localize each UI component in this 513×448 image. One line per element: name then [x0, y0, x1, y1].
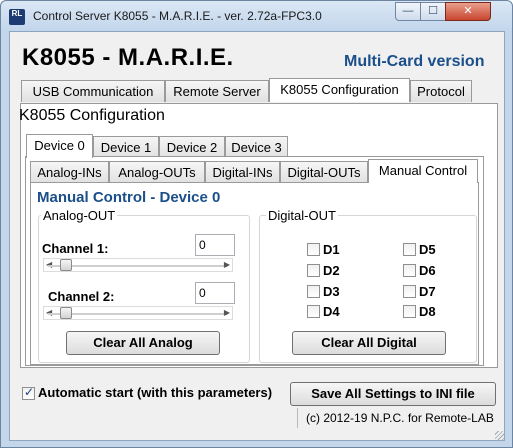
tab-digital-outs[interactable]: Digital-OUTs — [280, 161, 368, 183]
d6-checkbox[interactable] — [403, 264, 416, 277]
automatic-start-label: Automatic start (with this parameters) — [38, 385, 273, 400]
tab-device-1[interactable]: Device 1 — [93, 136, 159, 158]
tab-device-0[interactable]: Device 0 — [26, 134, 93, 158]
slider-right-arrow-icon[interactable]: ▶ — [224, 260, 230, 270]
d5-checkbox[interactable] — [403, 243, 416, 256]
d3-label: D3 — [323, 284, 340, 299]
d8-checkbox[interactable] — [403, 305, 416, 318]
channel-1-slider-thumb[interactable] — [60, 259, 72, 271]
minimize-button[interactable]: — — [395, 2, 421, 21]
channel-2-value-input[interactable]: 0 — [195, 282, 235, 304]
d1-checkbox[interactable] — [307, 243, 320, 256]
channel-1-slider[interactable]: ◀ ▶ — [43, 258, 233, 272]
channel-1-value-input[interactable]: 0 — [195, 234, 235, 256]
tab-usb-communication[interactable]: USB Communication — [21, 80, 165, 102]
manual-control-title: Manual Control - Device 0 — [37, 189, 221, 206]
client-area: K8055 - M.A.R.I.E. Multi-Card version US… — [9, 31, 505, 441]
d2-checkbox[interactable] — [307, 264, 320, 277]
d4-label: D4 — [323, 304, 340, 319]
title-bar[interactable]: RL Control Server K8055 - M.A.R.I.E. - v… — [1, 1, 512, 31]
channel-2-slider[interactable]: ◀ ▶ — [43, 306, 233, 320]
channel-2-label: Channel 2: — [48, 289, 115, 304]
d8-label: D8 — [419, 304, 436, 319]
section-title: K8055 Configuration — [19, 107, 165, 124]
maximize-button[interactable]: ☐ — [420, 2, 446, 21]
tab-analog-outs[interactable]: Analog-OUTs — [109, 161, 205, 183]
channel-1-label: Channel 1: — [42, 241, 109, 256]
tab-k8055-configuration[interactable]: K8055 Configuration — [269, 78, 410, 102]
digital-out-label: Digital-OUT — [266, 208, 338, 223]
tab-device-2[interactable]: Device 2 — [159, 136, 225, 158]
tab-digital-ins[interactable]: Digital-INs — [205, 161, 280, 183]
analog-out-label: Analog-OUT — [41, 208, 118, 223]
tab-protocol[interactable]: Protocol — [410, 80, 472, 102]
slider-track — [48, 265, 228, 267]
app-window: RL Control Server K8055 - M.A.R.I.E. - v… — [0, 0, 513, 448]
window-title: Control Server K8055 - M.A.R.I.E. - ver.… — [33, 9, 322, 23]
d2-label: D2 — [323, 263, 340, 278]
automatic-start-checkbox[interactable] — [22, 385, 35, 400]
channel-2-slider-thumb[interactable] — [60, 307, 72, 319]
d5-label: D5 — [419, 242, 436, 257]
d4-checkbox[interactable] — [307, 305, 320, 318]
clear-all-digital-button[interactable]: Clear All Digital — [292, 331, 446, 355]
tab-device-3[interactable]: Device 3 — [225, 136, 288, 158]
slider-right-arrow-icon[interactable]: ▶ — [224, 308, 230, 318]
status-bar-copyright: (c) 2012-19 N.P.C. for Remote-LAB — [297, 408, 498, 428]
resize-grip-icon[interactable] — [495, 431, 505, 441]
app-title: K8055 - M.A.R.I.E. — [22, 44, 234, 71]
d6-label: D6 — [419, 263, 436, 278]
d1-label: D1 — [323, 242, 340, 257]
app-logo-icon: RL — [9, 9, 25, 25]
tab-manual-control[interactable]: Manual Control — [368, 159, 478, 183]
tab-analog-ins[interactable]: Analog-INs — [30, 161, 109, 183]
close-button[interactable]: ✕ — [445, 2, 491, 21]
d3-checkbox[interactable] — [307, 285, 320, 298]
d7-checkbox[interactable] — [403, 285, 416, 298]
clear-all-analog-button[interactable]: Clear All Analog — [66, 331, 220, 355]
tab-remote-server[interactable]: Remote Server — [165, 80, 269, 102]
slider-track — [48, 313, 228, 315]
save-settings-button[interactable]: Save All Settings to INI file — [290, 382, 496, 406]
edition-label: Multi-Card version — [344, 53, 485, 70]
d7-label: D7 — [419, 284, 436, 299]
